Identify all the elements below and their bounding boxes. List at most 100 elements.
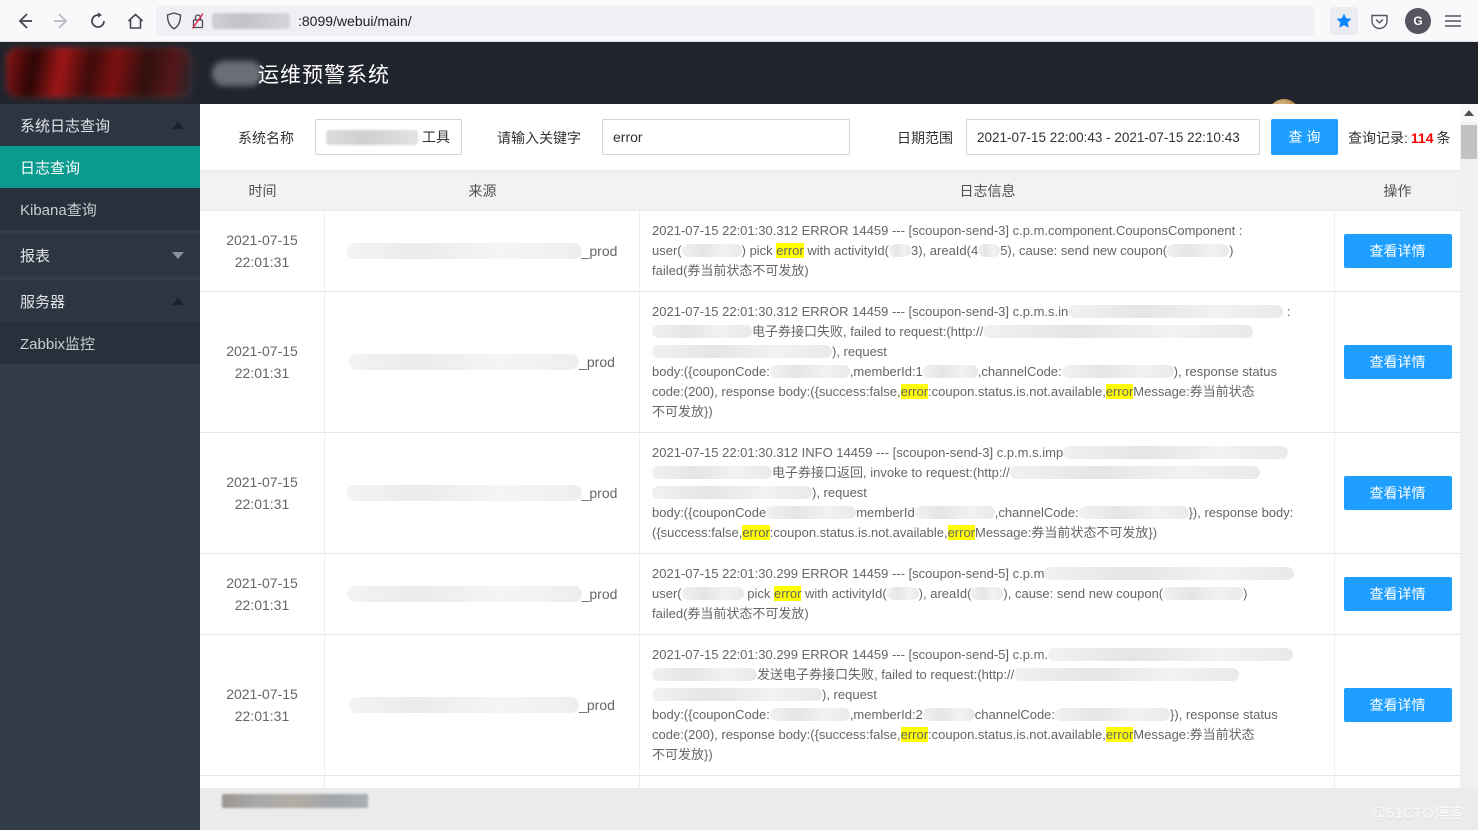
log-message-cell: 2021-07-15 22:01:30.299 ERROR 14459 --- …: [640, 635, 1335, 775]
log-message-cell: 2021-07-15 22:01:30.312 ERROR 14459 --- …: [640, 211, 1335, 291]
log-time-line: 22:01:31: [234, 597, 290, 613]
system-name-input[interactable]: 工具: [315, 119, 462, 155]
scrollbar[interactable]: [1460, 104, 1478, 788]
log-message-cell: 2021-07-15 22:01:30.312 INFO 14459 --- […: [640, 433, 1335, 553]
log-text: ), request: [832, 344, 887, 359]
redacted-text: [1068, 305, 1284, 318]
log-text: with activityId(: [801, 586, 887, 601]
sidebar-item-Kibana查询[interactable]: Kibana查询: [0, 188, 200, 230]
redacted-text: [1055, 708, 1171, 721]
log-text: 2021-07-15 22:01:30.299 ERROR 14459 --- …: [652, 647, 1049, 662]
column-header-time: 时间: [248, 182, 277, 199]
keyword-input[interactable]: [602, 119, 850, 155]
redacted-text: [922, 708, 975, 721]
sidebar-item-服务器[interactable]: 服务器: [0, 280, 200, 322]
view-details-button[interactable]: 查看详情: [1343, 577, 1452, 611]
redacted-text: [652, 688, 822, 701]
log-text: ,channelCode:: [994, 505, 1079, 520]
redacted-text: [652, 668, 757, 681]
log-source-suffix: _prod: [581, 243, 618, 259]
log-text: ): [1243, 586, 1248, 601]
shield-icon[interactable]: [166, 12, 182, 30]
log-text: Message:券当前状态不可发放}): [975, 525, 1158, 540]
log-text: :coupon.status.is.not.available,: [769, 525, 948, 540]
log-source-cell: _prod: [325, 292, 640, 432]
highlighted-keyword: error: [900, 384, 929, 399]
redacted-text: [652, 325, 752, 338]
log-text: Message:券当前状态: [1133, 384, 1255, 399]
chevron-up-icon: [172, 121, 184, 129]
log-text: body:({couponCode: [652, 505, 767, 520]
forward-button[interactable]: [48, 8, 74, 34]
log-source-suffix: _prod: [581, 485, 618, 501]
log-time-line: 2021-07-15: [226, 232, 298, 248]
redacted-text: [1063, 446, 1289, 459]
view-details-button[interactable]: 查看详情: [1343, 476, 1452, 510]
sidebar-item-系统日志查询[interactable]: 系统日志查询: [0, 104, 200, 146]
sidebar-item-日志查询[interactable]: 日志查询: [0, 146, 200, 188]
view-details-button[interactable]: 查看详情: [1343, 688, 1452, 722]
table-row: 2021-07-15 22:01:31 _prod 2021-07-15 22:01:…: [200, 292, 1460, 433]
log-source-suffix: _prod: [581, 586, 618, 602]
log-text: ,memberId:2: [849, 707, 923, 722]
result-summary: 查询记录: 114 条: [1348, 128, 1450, 148]
keyword-label: 请输入关键字: [497, 130, 581, 146]
log-text: :coupon.status.is.not.available,: [928, 384, 1106, 399]
scrollbar-up-button[interactable]: [1460, 104, 1478, 122]
redacted-system-name: [326, 129, 418, 145]
log-text: ({success:false,: [652, 525, 743, 540]
result-label: 查询记录:: [1348, 130, 1408, 146]
insecure-lock-icon[interactable]: [190, 12, 206, 30]
log-text: :coupon.status.is.not.available,: [928, 727, 1106, 742]
redacted-text: [978, 244, 1001, 257]
app-header: 运维预警系统 guodong 退出: [0, 42, 1478, 131]
log-time-line: 2021-07-15: [226, 686, 298, 702]
table-row: 2021-07-15 22:01:31 _prod 2021-07-15 22:01:…: [200, 433, 1460, 554]
sidebar-item-label: Zabbix监控: [20, 335, 96, 353]
view-details-button[interactable]: 查看详情: [1343, 345, 1452, 379]
browser-account-avatar[interactable]: G: [1405, 8, 1431, 34]
log-text: 3), areaId(4: [911, 243, 979, 258]
log-text: 2021-07-15 22:01:30.312 INFO 14459 --- […: [652, 445, 1064, 460]
log-time-cell: 2021-07-15 22:01:31: [200, 433, 325, 553]
redacted-text: [889, 244, 911, 257]
sidebar-item-label: Kibana查询: [20, 201, 97, 219]
log-text: ,memberId:1: [849, 364, 923, 379]
sidebar-item-label: 报表: [20, 247, 51, 265]
log-time-cell: [200, 776, 325, 788]
reload-button[interactable]: [85, 8, 111, 34]
url-bar[interactable]: :8099/webui/main/: [156, 6, 1314, 36]
column-header-action: 操作: [1383, 182, 1412, 199]
column-header-message: 日志信息: [959, 182, 1016, 199]
log-text: Message:券当前状态: [1133, 727, 1255, 742]
log-time-line: 2021-07-15: [226, 575, 298, 591]
view-details-button[interactable]: 查看详情: [1343, 234, 1452, 268]
redacted-source: [346, 243, 582, 259]
redacted-status-text: [222, 794, 368, 808]
back-button[interactable]: [12, 8, 38, 34]
date-range-input[interactable]: [966, 119, 1260, 155]
log-text: ), request: [822, 687, 877, 702]
search-button[interactable]: 查 询: [1271, 119, 1338, 155]
menu-hamburger-icon[interactable]: [1440, 8, 1466, 34]
highlighted-keyword: error: [947, 525, 976, 540]
sidebar-item-报表[interactable]: 报表: [0, 234, 200, 276]
sidebar-item-label: 日志查询: [20, 159, 81, 177]
sidebar-item-Zabbix监控[interactable]: Zabbix监控: [0, 322, 200, 364]
log-source-suffix: _prod: [579, 697, 615, 713]
log-time-line: 2021-07-15: [226, 343, 298, 359]
home-button[interactable]: [122, 8, 148, 34]
redacted-text: [652, 345, 832, 358]
scrollbar-thumb[interactable]: [1461, 125, 1477, 159]
chevron-up-icon: [1464, 110, 1474, 116]
bookmark-star-icon[interactable]: [1330, 7, 1358, 35]
sidebar-item-label: 服务器: [20, 293, 66, 311]
log-action-cell: 查看详情: [1335, 211, 1460, 291]
log-source-cell: [325, 776, 640, 788]
screen: :8099/webui/main/ G 运维预警系统 guodong 退出 系统…: [0, 0, 1478, 830]
log-text: :: [1283, 304, 1291, 319]
log-source-cell: _prod: [325, 211, 640, 291]
pocket-icon[interactable]: [1366, 8, 1392, 34]
table-header: 时间 来源 日志信息 操作: [200, 170, 1460, 211]
log-text: code:(200), response body:({success:fals…: [652, 384, 901, 399]
